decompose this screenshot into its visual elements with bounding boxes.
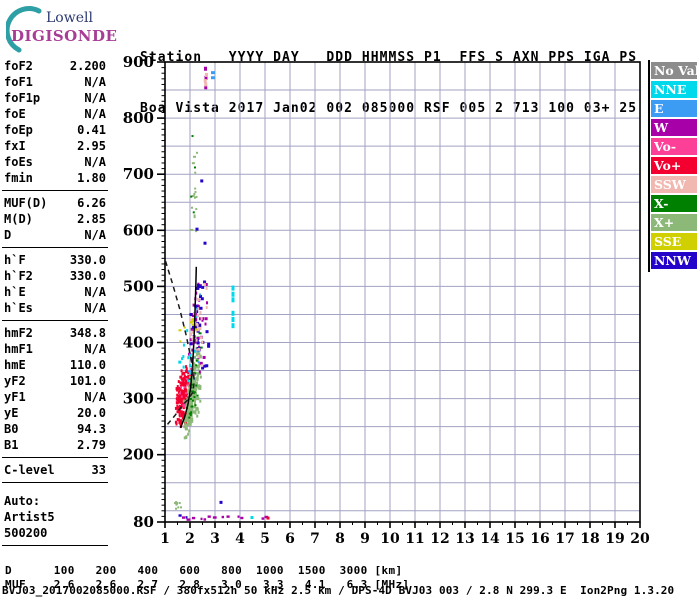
ionogram-plot: 900800700600500400300200801 2 3 4 5 6 7 8 9 10 11 1… xyxy=(123,53,650,547)
y-axis-tick-label: 600 xyxy=(123,221,154,239)
legend-item-w: W xyxy=(651,119,697,136)
x-axis-tick-label: 18 xyxy=(580,531,599,547)
y-axis-tick-label: 800 xyxy=(123,109,154,127)
legend-item-nne: NNE xyxy=(651,81,697,98)
legend-item-nnw: NNW xyxy=(651,252,697,269)
d-row: D 100 200 400 600 800 1000 1500 3000 [km… xyxy=(5,564,403,577)
y-axis-tick-label: 500 xyxy=(123,277,154,295)
y-axis-tick-label: 700 xyxy=(123,165,154,183)
y-axis-tick-label: 400 xyxy=(123,333,154,351)
y-axis-tick-label: 300 xyxy=(123,390,154,408)
legend-item-ssw: SSW xyxy=(651,176,697,193)
x-axis-tick-label: 6 xyxy=(285,531,295,547)
x-axis-tick-label: 13 xyxy=(455,531,474,547)
x-axis-tick-label: 4 xyxy=(235,531,245,547)
y-axis-tick-label: 900 xyxy=(123,53,154,71)
x-axis-tick-label: 14 xyxy=(480,531,500,547)
legend-item-sse: SSE xyxy=(651,233,697,250)
legend-item-x+: X+ xyxy=(651,214,697,231)
x-axis-tick-label: 16 xyxy=(530,531,549,547)
x-axis-tick-label: 7 xyxy=(310,531,320,547)
x-axis-tick-label: 15 xyxy=(505,531,524,547)
x-axis-tick-label: 10 xyxy=(380,531,400,547)
x-axis-tick-label: 9 xyxy=(360,531,370,547)
x-axis-tick-label: 5 xyxy=(260,531,270,547)
legend-item-e: E xyxy=(651,100,697,117)
x-axis-tick-label: 1 xyxy=(160,531,170,547)
legend-divider xyxy=(648,60,650,272)
x-axis-tick-label: 11 xyxy=(405,531,424,547)
x-axis-tick-label: 2 xyxy=(185,531,195,547)
legend-item-noval: No Val xyxy=(651,62,697,79)
y-axis-tick-label: 200 xyxy=(123,446,154,464)
x-axis-tick-label: 20 xyxy=(630,531,650,547)
x-axis-tick-label: 17 xyxy=(555,531,574,547)
x-axis-tick-label: 8 xyxy=(335,531,345,547)
legend-item-x-: X- xyxy=(651,195,697,212)
y-axis-tick-label: 80 xyxy=(133,513,154,531)
doppler-direction-legend: No Val NNE E W Vo- Vo+ SSW X- X+ SSE NNW xyxy=(651,62,697,271)
ionogram-app: Lowell DIGISONDE Station YYYY DAY DDD HH… xyxy=(0,0,700,600)
legend-item-vo+: Vo+ xyxy=(651,157,697,174)
status-line: BVJ03_2017002085000.RSF / 380fx512h 50 k… xyxy=(2,584,675,597)
x-axis-tick-label: 3 xyxy=(210,531,220,547)
legend-item-vo-: Vo- xyxy=(651,138,697,155)
x-axis-tick-label: 12 xyxy=(430,531,449,547)
x-axis-tick-label: 19 xyxy=(605,531,624,547)
